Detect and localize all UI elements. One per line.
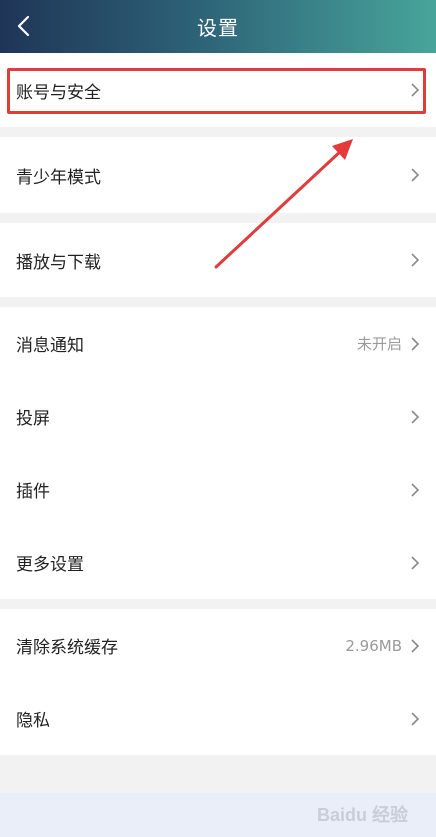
chevron-right-icon: [411, 336, 420, 351]
settings-item-value: 未开启: [356, 335, 402, 353]
top-bar: 设置: [0, 0, 436, 53]
page-title: 设置: [197, 16, 239, 40]
chevron-right-icon: [411, 253, 420, 267]
settings-item-youth-mode[interactable]: 青少年模式: [0, 137, 436, 213]
watermark-text: Baidu 经验: [316, 805, 408, 825]
settings-item-notifications[interactable]: 消息通知 未开启: [0, 307, 436, 380]
chevron-right-icon: [411, 168, 420, 182]
settings-item-privacy[interactable]: 隐私: [0, 682, 436, 755]
chevron-right-icon: [411, 83, 420, 97]
settings-item-label: 消息通知: [16, 336, 84, 356]
settings-item-plugins[interactable]: 插件: [0, 453, 436, 526]
settings-item-label: 投屏: [16, 409, 50, 429]
settings-item-label: 清除系统缓存: [16, 638, 118, 658]
settings-item-more-settings[interactable]: 更多设置: [0, 526, 436, 599]
settings-item-value: 2.96MB: [345, 636, 402, 655]
chevron-right-icon: [411, 409, 420, 424]
settings-item-cast[interactable]: 投屏: [0, 380, 436, 453]
chevron-right-icon: [411, 555, 420, 570]
settings-item-label: 隐私: [16, 711, 50, 731]
settings-item-label: 更多设置: [16, 555, 84, 575]
settings-item-playback-download[interactable]: 播放与下载: [0, 223, 436, 297]
settings-item-label: 青少年模式: [16, 167, 101, 188]
settings-item-label: 播放与下载: [16, 252, 101, 273]
baidu-watermark: Baidu 经验: [317, 796, 408, 832]
chevron-right-icon: [411, 711, 420, 726]
settings-item-clear-cache[interactable]: 清除系统缓存 2.96MB: [0, 609, 436, 682]
chevron-right-icon: [411, 482, 420, 497]
settings-item-label: 插件: [16, 482, 50, 502]
settings-list: 账号与安全 青少年模式 播放与下载 消息通知 未开启 投屏 插件 更多设置 清除…: [0, 53, 436, 793]
chevron-right-icon: [411, 638, 420, 653]
settings-item-account-security[interactable]: 账号与安全: [0, 53, 436, 127]
settings-item-label: 账号与安全: [16, 82, 101, 103]
